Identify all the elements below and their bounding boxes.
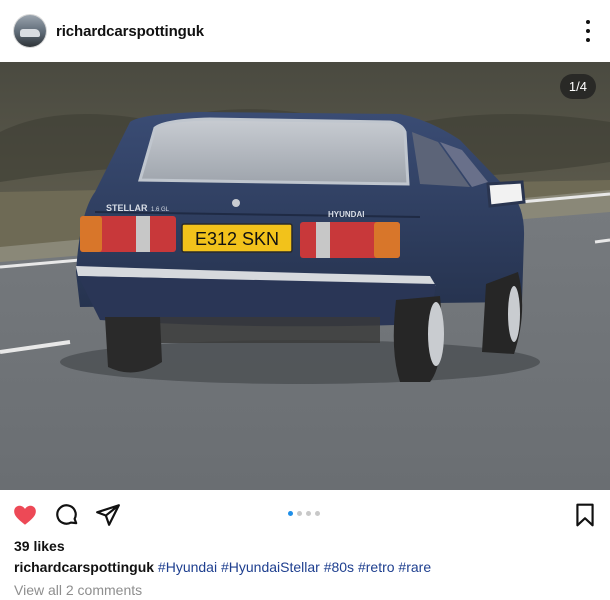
bookmark-icon[interactable] [572,502,598,528]
carousel-dot [306,511,311,516]
car-photo: E312 SKN STELLAR 1.6 GL HYUNDAI [0,62,610,490]
license-plate-text: E312 SKN [195,229,279,249]
hashtag[interactable]: #80s [324,559,354,575]
badge-hyundai: HYUNDAI [328,210,364,219]
view-comments-link[interactable]: View all 2 comments [14,582,142,598]
post-username[interactable]: richardcarspottinguk [56,23,204,40]
avatar[interactable] [14,15,46,47]
carousel-dot [315,511,320,516]
comment-icon[interactable] [54,502,80,528]
post-header: richardcarspottinguk [0,0,610,62]
paper-plane-icon[interactable] [95,502,121,528]
badge-stellar: STELLAR [106,203,148,213]
post-actions [0,496,610,532]
hashtag[interactable]: #Hyundai [158,559,217,575]
heart-icon[interactable] [12,502,38,528]
carousel-dot-active [288,511,293,516]
hashtag[interactable]: #rare [398,559,431,575]
hashtag[interactable]: #retro [358,559,395,575]
media-counter: 1/4 [559,74,596,99]
post-photo[interactable]: E312 SKN STELLAR 1.6 GL HYUNDAI 1/4 [0,62,610,490]
caption-username[interactable]: richardcarspottinguk [14,559,154,575]
more-options-icon[interactable] [580,20,596,42]
badge-trim: 1.6 GL [151,207,170,213]
post-caption: richardcarspottinguk #Hyundai #HyundaiSt… [14,559,431,575]
carousel-indicator [288,511,320,516]
carousel-dot [297,511,302,516]
likes-count[interactable]: 39 likes [14,538,65,554]
hashtag[interactable]: #HyundaiStellar [221,559,320,575]
